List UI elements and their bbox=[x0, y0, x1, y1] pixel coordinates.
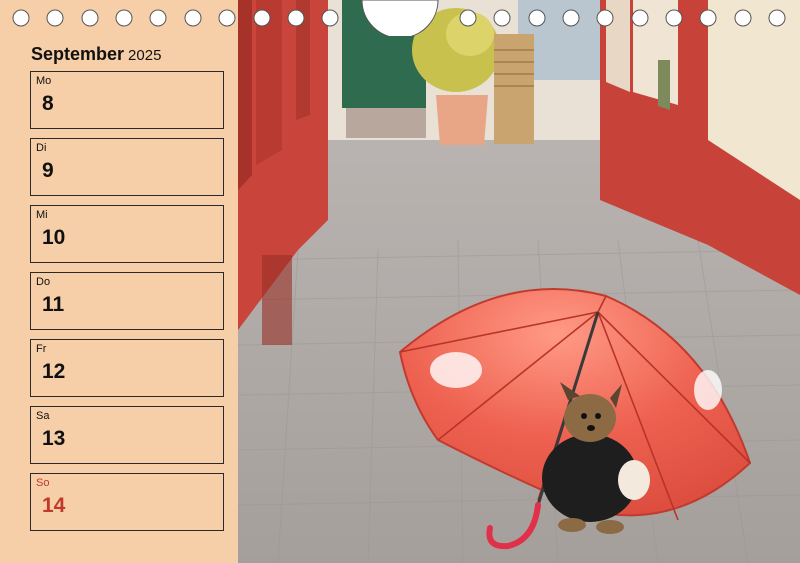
spiral-binding-holes bbox=[12, 0, 786, 36]
door-steps bbox=[346, 108, 426, 138]
weekday-label: Mi bbox=[36, 209, 48, 221]
calendar-photo bbox=[238, 0, 800, 563]
weekday-label: Sa bbox=[36, 410, 50, 422]
day-number: 12 bbox=[42, 360, 66, 383]
weekday-label: Di bbox=[36, 142, 47, 154]
toy-puppy bbox=[618, 460, 650, 500]
month-heading: September 2025 bbox=[31, 44, 161, 65]
calendar-panel: September 2025 Mo 8 Di 9 Mi 10 Do 11 Fr 1… bbox=[0, 0, 238, 563]
day-row-wednesday: Mi 10 bbox=[30, 205, 224, 263]
day-number: 8 bbox=[42, 92, 54, 115]
day-number: 9 bbox=[42, 159, 54, 182]
weekday-label: Fr bbox=[36, 343, 47, 355]
day-row-thursday: Do 11 bbox=[30, 272, 224, 330]
weekday-label: So bbox=[36, 477, 50, 489]
weekday-label: Do bbox=[36, 276, 51, 288]
flower-pot bbox=[436, 95, 488, 145]
dog-head bbox=[564, 394, 616, 442]
day-number: 10 bbox=[42, 226, 66, 249]
dog-nose bbox=[587, 425, 595, 431]
day-row-saturday: Sa 13 bbox=[30, 406, 224, 464]
dog-eye bbox=[581, 413, 587, 419]
hanger-cutout bbox=[361, 0, 439, 36]
day-row-tuesday: Di 9 bbox=[30, 138, 224, 196]
day-row-monday: Mo 8 bbox=[30, 71, 224, 129]
dog-paw bbox=[558, 518, 586, 532]
day-number: 13 bbox=[42, 427, 66, 450]
weekday-label: Mo bbox=[36, 75, 52, 87]
day-number: 11 bbox=[42, 293, 65, 316]
street-dog-umbrella-illustration bbox=[238, 0, 800, 563]
day-number: 14 bbox=[42, 494, 66, 517]
month-name: September bbox=[31, 44, 125, 64]
day-row-sunday: So 14 bbox=[30, 473, 224, 531]
year: 2025 bbox=[128, 47, 162, 64]
day-row-friday: Fr 12 bbox=[30, 339, 224, 397]
